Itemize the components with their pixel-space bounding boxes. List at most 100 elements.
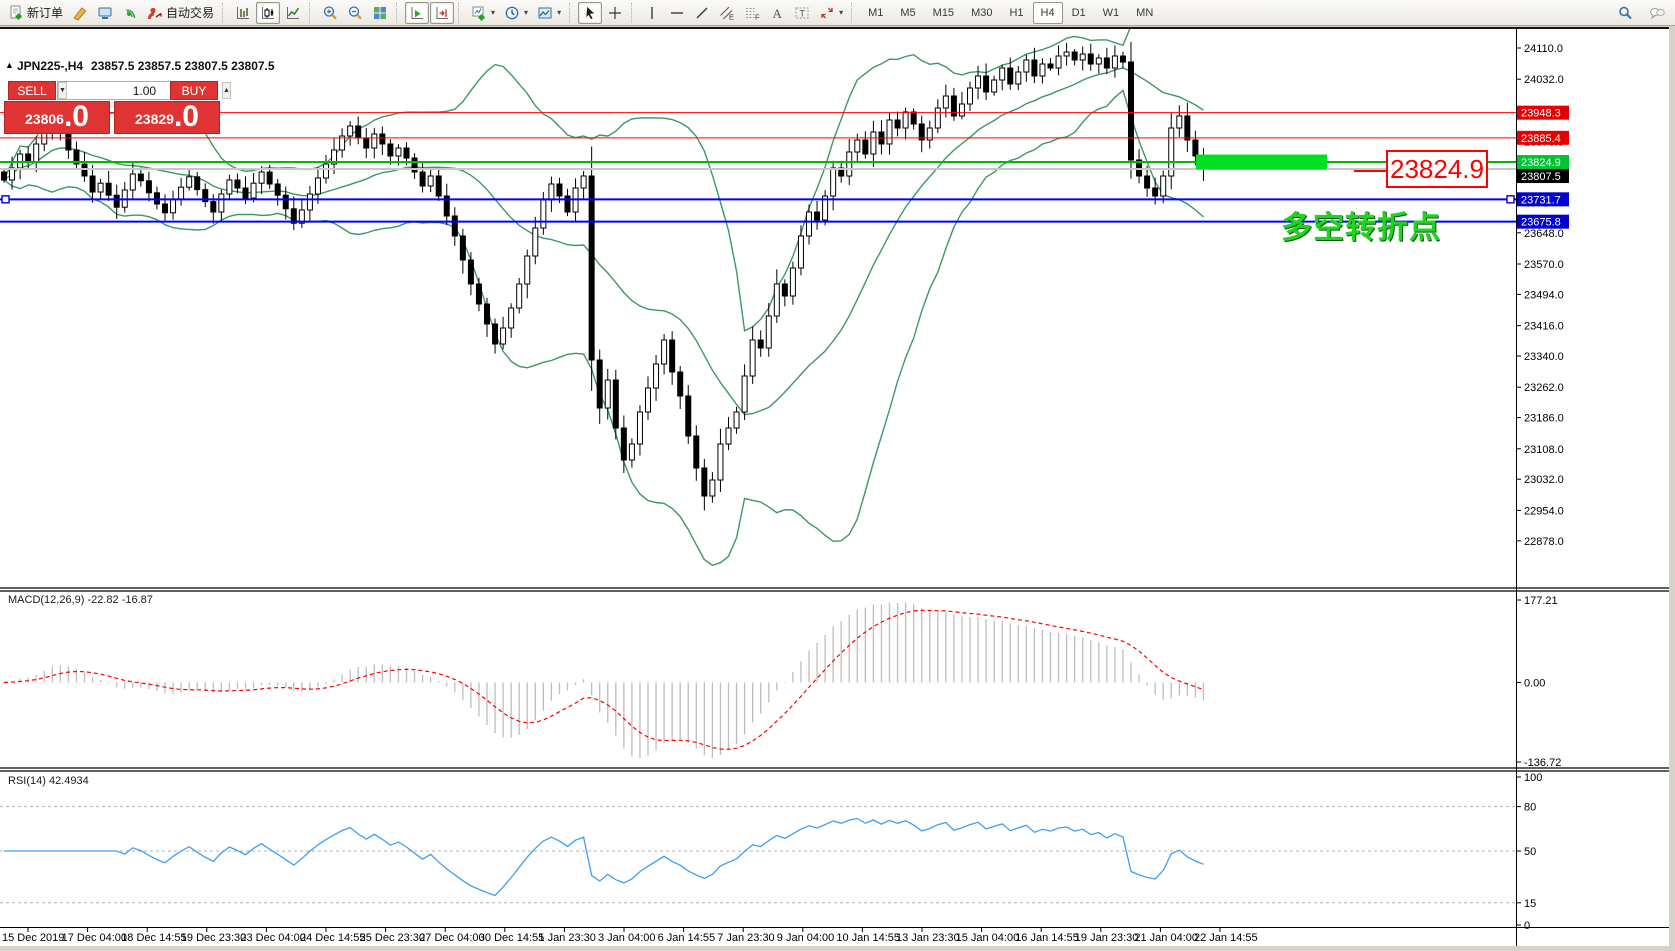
timeframe-M5-button[interactable]: M5 xyxy=(892,2,923,24)
volume-decrease-button[interactable]: ▼ xyxy=(58,82,67,99)
monitor-icon xyxy=(97,5,113,21)
svg-text:24032.0: 24032.0 xyxy=(1524,74,1564,86)
signals-button[interactable] xyxy=(118,2,142,24)
chat-icon xyxy=(1649,5,1665,21)
svg-text:9 Jan 04:00: 9 Jan 04:00 xyxy=(777,932,835,944)
vertical-line-button[interactable] xyxy=(640,2,664,24)
line-chart-button[interactable] xyxy=(281,2,305,24)
price-tag-connector-line xyxy=(1354,170,1386,172)
zoom-out-button[interactable] xyxy=(343,2,367,24)
timeframe-M30-button[interactable]: M30 xyxy=(963,2,1000,24)
buy-price-pips: .0 xyxy=(174,102,199,132)
arrows-button[interactable]: ▾ xyxy=(815,2,847,24)
price-plot[interactable] xyxy=(0,29,1516,565)
zoomin-icon xyxy=(322,5,338,21)
svg-text:22878.0: 22878.0 xyxy=(1524,536,1564,548)
collapse-chart-icon[interactable]: ▲ xyxy=(5,60,14,70)
svg-text:23416.0: 23416.0 xyxy=(1524,321,1564,333)
tile-windows-button[interactable] xyxy=(368,2,392,24)
auto-scroll-button[interactable] xyxy=(405,2,429,24)
zoom-in-button[interactable] xyxy=(318,2,342,24)
sell-button[interactable]: SELL xyxy=(8,81,56,100)
fibonacci-button[interactable]: F xyxy=(740,2,764,24)
new-order-button[interactable]: 新订单 xyxy=(4,2,67,24)
toolbar-separator xyxy=(458,3,463,23)
svg-text:27 Dec 04:00: 27 Dec 04:00 xyxy=(419,932,484,944)
svg-text:13 Jan 23:30: 13 Jan 23:30 xyxy=(896,932,960,944)
chartshift-icon xyxy=(434,5,450,21)
timeframe-H1-button[interactable]: H1 xyxy=(1001,2,1031,24)
svg-text:21 Jan 04:00: 21 Jan 04:00 xyxy=(1134,932,1198,944)
svg-text:24110.0: 24110.0 xyxy=(1524,43,1563,55)
toolbar-separator xyxy=(569,3,574,23)
buy-price-button[interactable]: 23829.0 xyxy=(114,101,220,134)
vline-icon xyxy=(644,5,660,21)
window-right-border xyxy=(1669,27,1675,951)
svg-text:23032.0: 23032.0 xyxy=(1524,474,1564,486)
svg-text:15: 15 xyxy=(1524,898,1536,910)
buy-button[interactable]: BUY xyxy=(170,81,218,100)
sell-price-button[interactable]: 23806.0 xyxy=(4,101,110,134)
chart-symbol-period: JPN225-,H4 xyxy=(17,59,83,73)
signal-icon xyxy=(122,5,138,21)
time-axis[interactable]: 15 Dec 201917 Dec 04:0018 Dec 14:5519 De… xyxy=(2,928,1258,944)
svg-text:177.21: 177.21 xyxy=(1524,595,1558,607)
horizontal-line-button[interactable] xyxy=(665,2,689,24)
price-axis[interactable]: 24110.024032.023954.023876.023800.023724… xyxy=(1516,43,1569,548)
crosshair-button[interactable] xyxy=(603,2,627,24)
window-bottom-border xyxy=(0,946,1675,951)
timeframe-H4-button[interactable]: H4 xyxy=(1033,2,1063,24)
svg-text:1 Jan 23:30: 1 Jan 23:30 xyxy=(538,932,596,944)
timeframe-MN-button[interactable]: MN xyxy=(1128,2,1161,24)
profiles-button[interactable]: ▾ xyxy=(500,2,532,24)
templates-button[interactable]: ▾ xyxy=(533,2,565,24)
timeframe-W1-button[interactable]: W1 xyxy=(1095,2,1128,24)
volume-increase-button[interactable]: ▲ xyxy=(222,82,231,99)
turning-point-annotation[interactable]: 多空转折点 xyxy=(1281,202,1441,247)
candle-chart-button[interactable] xyxy=(256,2,280,24)
cursor-icon xyxy=(582,5,598,21)
highlight-rectangle[interactable] xyxy=(1196,155,1327,170)
channel-button[interactable]: E xyxy=(715,2,739,24)
chevron-down-icon: ▾ xyxy=(524,8,528,17)
text-button[interactable]: A xyxy=(765,2,789,24)
svg-text:3 Jan 04:00: 3 Jan 04:00 xyxy=(598,932,656,944)
timeframe-D1-button[interactable]: D1 xyxy=(1064,2,1094,24)
svg-text:22954.0: 22954.0 xyxy=(1524,505,1564,517)
svg-text:-136.72: -136.72 xyxy=(1524,757,1561,769)
arrows-icon xyxy=(819,5,835,21)
chart-title: JPN225-,H423857.5 23857.5 23807.5 23807.… xyxy=(17,59,283,73)
svg-text:23570.0: 23570.0 xyxy=(1524,259,1564,271)
rsi-panel[interactable]: 1008050150 xyxy=(0,772,1542,932)
crayon-icon xyxy=(72,5,88,21)
svg-text:0: 0 xyxy=(1524,920,1530,932)
macd-indicator-label: MACD(12,26,9) -22.82 -16.87 xyxy=(8,594,153,606)
cursor-button[interactable] xyxy=(578,2,602,24)
line-selection-handle[interactable] xyxy=(1507,196,1514,203)
svg-text:23340.0: 23340.0 xyxy=(1524,351,1564,363)
macd-panel[interactable]: 177.210.00-136.72 xyxy=(4,595,1561,769)
new-chart-button[interactable]: ▾ xyxy=(467,2,499,24)
svg-text:23648.0: 23648.0 xyxy=(1524,228,1564,240)
chat-button[interactable] xyxy=(1645,2,1669,24)
channel-icon: E xyxy=(719,5,735,21)
line-selection-handle[interactable] xyxy=(2,196,9,203)
price-annotation-tag[interactable]: 23824.9 xyxy=(1386,150,1488,188)
bar-chart-button[interactable] xyxy=(231,2,255,24)
search-button[interactable] xyxy=(1613,2,1637,24)
clock-icon xyxy=(504,5,520,21)
autotrading-button[interactable]: 自动交易 xyxy=(143,2,218,24)
chart-shift-button[interactable] xyxy=(430,2,454,24)
svg-text:19 Jan 23:30: 19 Jan 23:30 xyxy=(1075,932,1139,944)
label-button[interactable]: T xyxy=(790,2,814,24)
svg-text:23675.8: 23675.8 xyxy=(1521,217,1561,229)
svg-text:6 Jan 14:55: 6 Jan 14:55 xyxy=(658,932,716,944)
styler-button[interactable] xyxy=(68,2,92,24)
terminal-button[interactable] xyxy=(93,2,117,24)
svg-text:A: A xyxy=(773,6,783,21)
svg-text:E: E xyxy=(729,12,734,21)
timeframe-M1-button[interactable]: M1 xyxy=(860,2,891,24)
textA-icon: A xyxy=(769,5,785,21)
timeframe-M15-button[interactable]: M15 xyxy=(925,2,962,24)
trendline-button[interactable] xyxy=(690,2,714,24)
